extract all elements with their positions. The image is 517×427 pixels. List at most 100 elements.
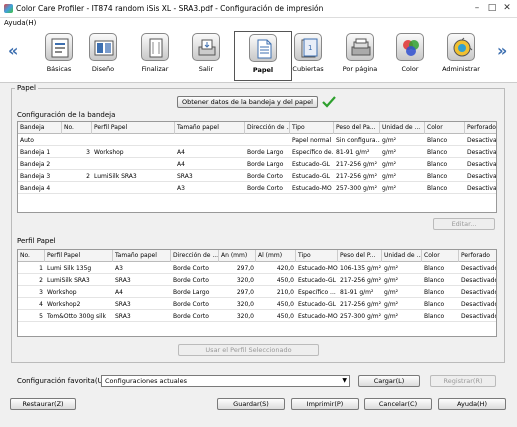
help-button[interactable]: Ayuda(H) — [438, 398, 506, 410]
col-header[interactable]: Peso del Pa... — [334, 122, 380, 134]
load-button[interactable]: Cargar(L) — [358, 375, 420, 387]
cell: Papel normal — [292, 137, 332, 144]
tool-salir[interactable]: Salir — [177, 33, 235, 79]
col-header[interactable]: Perfil Papel — [92, 122, 175, 134]
col-header[interactable]: No. — [62, 122, 92, 134]
minimize-button[interactable]: – — [470, 2, 484, 14]
save-button[interactable]: Guardar(S) — [217, 398, 285, 410]
cell — [92, 160, 175, 170]
cell: 257-300 g/m² — [336, 185, 378, 192]
col-header[interactable]: Perforado — [465, 122, 496, 134]
col-header[interactable]: An (mm) — [219, 250, 256, 262]
col-header[interactable]: Tipo — [290, 122, 334, 134]
tool-color[interactable]: Color — [381, 33, 439, 79]
cell: Desactivado — [467, 137, 497, 144]
col-header[interactable]: No. — [18, 250, 45, 262]
tool-finalizar[interactable]: Finalizar — [126, 33, 184, 79]
table-row[interactable]: 2 LumiSilk SRA3 SRA3 Borde Corto 320,0 4… — [18, 276, 496, 286]
cell: Borde Corto — [173, 277, 209, 284]
tool-administrar[interactable]: Administrar — [432, 33, 490, 79]
menu-help[interactable]: Ayuda(H) — [4, 19, 36, 27]
paper-profile-table[interactable]: No. Perfil Papel Tamaño papel Dirección … — [17, 249, 497, 337]
cell: Desactivado — [461, 265, 497, 272]
cell: 297,0 — [236, 265, 254, 272]
favorite-settings-select[interactable]: Configuraciones actuales ▼ — [101, 375, 350, 387]
cell: g/m² — [382, 161, 397, 168]
table-row[interactable]: 1 Lumi Silk 135g A3 Borde Corto 297,0 42… — [18, 264, 497, 274]
tool-diseno[interactable]: Diseño — [74, 33, 132, 79]
toolbar-prev-button[interactable]: « — [8, 43, 18, 59]
cell: 3 — [86, 149, 90, 156]
tool-label: Administrar — [442, 65, 480, 73]
title-bar: Color Care Profiler - IT874 random iSis … — [0, 0, 517, 18]
col-header[interactable]: Unidad de ... — [382, 250, 422, 262]
cell: 450,0 — [276, 277, 294, 284]
cell: 5 — [39, 313, 43, 320]
table-row[interactable]: Auto Papel normal Sin configura... g/m² … — [18, 136, 497, 146]
table-row[interactable]: Bandeja 4 A3 Borde Corto Estucado-MO 257… — [18, 184, 496, 194]
col-header[interactable]: Perfil Papel — [45, 250, 113, 262]
cell: 450,0 — [276, 301, 294, 308]
col-header[interactable]: Color — [422, 250, 459, 262]
cell: g/m² — [382, 185, 397, 192]
cell: Blanco — [424, 301, 445, 308]
tool-cubiertas[interactable]: 1 Cubiertas — [279, 33, 337, 79]
cell: Blanco — [427, 185, 448, 192]
cell — [62, 184, 92, 194]
cell: g/m² — [382, 149, 397, 156]
table-row[interactable]: 4 Workshop2 SRA3 Borde Corto 320,0 450,0… — [18, 300, 496, 310]
cell: LumiSilk SRA3 — [94, 173, 137, 180]
cell: 217-256 g/m² — [340, 277, 382, 284]
col-header[interactable]: Tamaño papel — [175, 122, 245, 134]
col-header[interactable]: Unidad de ... — [380, 122, 425, 134]
close-button[interactable]: ✕ — [500, 2, 514, 14]
cell: 217-256 g/m² — [336, 161, 378, 168]
paper-group-label: Papel — [15, 84, 38, 92]
col-header[interactable]: Al (mm) — [256, 250, 296, 262]
cell: A3 — [177, 185, 185, 192]
cell: Borde Largo — [247, 161, 284, 168]
cell: A3 — [115, 265, 123, 272]
col-header[interactable]: Tipo — [296, 250, 338, 262]
table-row[interactable]: Bandeja 3 2 LumiSilk SRA3 SRA3 Borde Cor… — [18, 172, 496, 182]
print-button[interactable]: Imprimir(P) — [291, 398, 359, 410]
table-row[interactable]: 5 Tom&Otto 300g silk SRA3 Borde Corto 32… — [18, 312, 496, 322]
cell: Workshop — [47, 289, 77, 296]
table-row[interactable]: 3 Workshop A4 Borde Largo 297,0 210,0 Es… — [18, 288, 496, 298]
restore-button[interactable]: Restaurar(Z) — [10, 398, 76, 410]
col-header[interactable]: Color — [425, 122, 465, 134]
finishing-icon — [141, 33, 169, 61]
cell: 217-256 g/m² — [340, 301, 382, 308]
cell — [175, 136, 245, 146]
cell: SRA3 — [177, 173, 193, 180]
col-header[interactable]: Dirección de ... — [245, 122, 290, 134]
cell: 257-300 g/m² — [340, 313, 382, 320]
cell — [62, 136, 92, 146]
get-tray-data-button[interactable]: Obtener datos de la bandeja y del papel — [177, 96, 318, 108]
cell: Desactivado — [467, 149, 497, 156]
cell: Tom&Otto 300g silk — [47, 313, 106, 320]
cell: Blanco — [427, 173, 448, 180]
table-row[interactable]: Bandeja 2 A4 Borde Largo Estucado-GL 217… — [18, 160, 496, 170]
tool-label: Color — [401, 65, 419, 73]
toolbar-next-button[interactable]: » — [497, 43, 507, 59]
col-header[interactable]: Tamaño papel — [113, 250, 171, 262]
cell: Específico de... — [292, 149, 334, 156]
cell: 420,0 — [276, 265, 294, 272]
register-button[interactable]: Registrar(R) — [430, 375, 496, 387]
cell: 106-135 g/m² — [340, 265, 382, 272]
col-header[interactable]: Perforado — [459, 250, 496, 262]
tray-table[interactable]: Bandeja No. Perfil Papel Tamaño papel Di… — [17, 121, 497, 213]
cell: Estucado-GL — [292, 161, 331, 168]
edit-button[interactable]: Editar... — [433, 218, 495, 230]
maximize-button[interactable]: □ — [485, 2, 499, 14]
col-header[interactable]: Peso del P... — [338, 250, 382, 262]
table-row[interactable]: Bandeja 1 3 Workshop A4 Borde Largo Espe… — [18, 148, 497, 158]
col-header[interactable]: Bandeja — [18, 122, 62, 134]
cancel-button[interactable]: Cancelar(C) — [364, 398, 432, 410]
chevron-down-icon: ▼ — [342, 377, 347, 384]
cell: 3 — [39, 289, 43, 296]
col-header[interactable]: Dirección de ... — [171, 250, 219, 262]
tool-label: Salir — [198, 65, 214, 73]
use-selected-profile-button[interactable]: Usar el Perfil Seleccionado — [178, 344, 319, 356]
